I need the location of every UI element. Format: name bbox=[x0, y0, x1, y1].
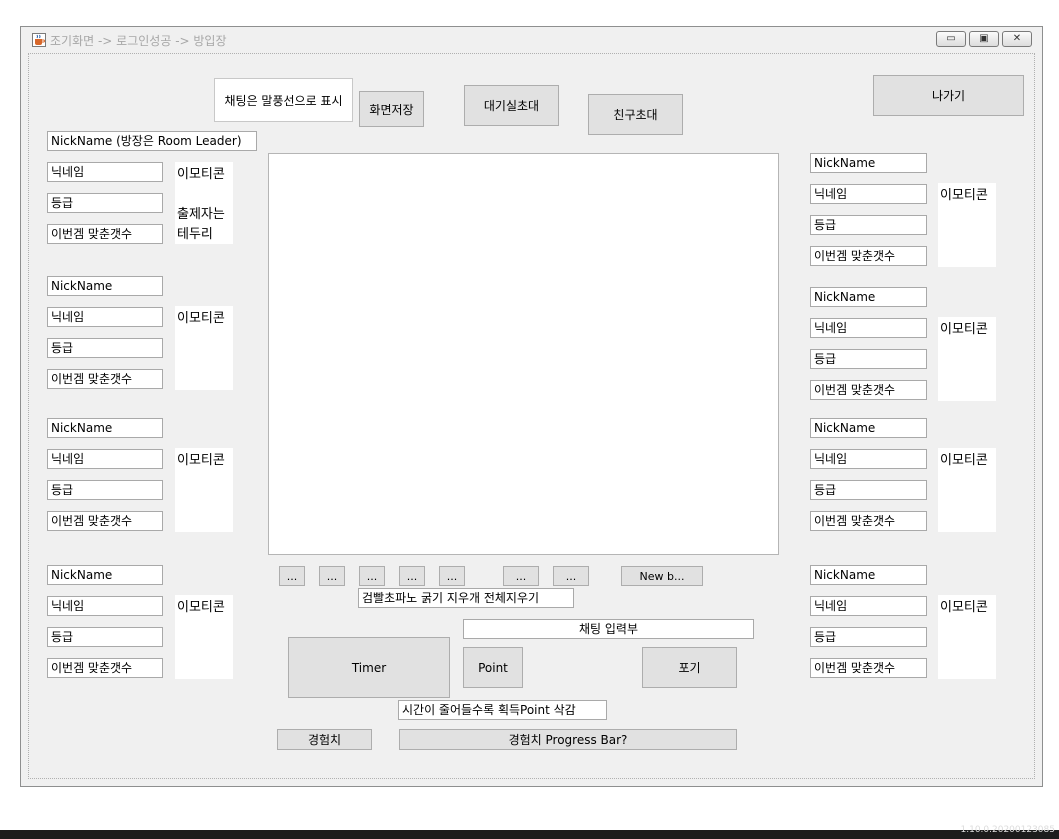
player-alias-field[interactable]: 닉네임 bbox=[47, 449, 163, 469]
speech-bubble-label: 채팅은 말풍선으로 표시 bbox=[224, 93, 343, 108]
player-correct-count-field[interactable]: 이번겜 맞춘갯수 bbox=[47, 511, 163, 531]
drawing-canvas[interactable] bbox=[268, 153, 779, 555]
player-correct-count-field[interactable]: 이번겜 맞춘갯수 bbox=[810, 246, 927, 266]
player-nickname-field[interactable]: NickName bbox=[810, 153, 927, 173]
close-icon[interactable]: ✕ bbox=[1002, 31, 1032, 47]
room-leader-nickname-field[interactable]: NickName (방장은 Room Leader) bbox=[47, 131, 257, 151]
player-alias-field[interactable]: 닉네임 bbox=[810, 596, 927, 616]
exit-button[interactable]: 나가기 bbox=[873, 75, 1024, 116]
player-grade-field[interactable]: 등급 bbox=[47, 338, 163, 358]
exp-progress-bar: 경험치 Progress Bar? bbox=[399, 729, 737, 750]
room-content-panel: 채팅은 말풍선으로 표시 화면저장 대기실초대 친구초대 나가기 NickNam… bbox=[28, 53, 1035, 779]
emoticon-panel: 이모티콘 bbox=[175, 306, 233, 390]
player-grade-field[interactable]: 등급 bbox=[47, 193, 163, 213]
emoticon-panel: 이모티콘 bbox=[938, 317, 996, 401]
thickness-button[interactable]: ... bbox=[503, 566, 539, 586]
player-grade-field[interactable]: 등급 bbox=[810, 480, 927, 500]
java-cup-icon bbox=[32, 33, 46, 47]
player-correct-count-field[interactable]: 이번겜 맞춘갯수 bbox=[810, 511, 927, 531]
player-alias-field[interactable]: 닉네임 bbox=[47, 596, 163, 616]
emoticon-panel: 이모티콘 bbox=[938, 595, 996, 679]
exp-button[interactable]: 경험치 bbox=[277, 729, 372, 750]
player-correct-count-field[interactable]: 이번겜 맞춘갯수 bbox=[47, 224, 163, 244]
friend-invite-button[interactable]: 친구초대 bbox=[588, 94, 683, 135]
color-green-button[interactable]: ... bbox=[359, 566, 385, 586]
taskbar bbox=[0, 830, 1059, 839]
color-blue-button[interactable]: ... bbox=[399, 566, 425, 586]
player-grade-field[interactable]: 등급 bbox=[810, 627, 927, 647]
emoticon-panel: 이모티콘 bbox=[175, 595, 233, 679]
give-up-button[interactable]: 포기 bbox=[642, 647, 737, 688]
emoticon-panel: 이모티콘 출제자는 테두리 bbox=[175, 162, 233, 244]
window-title: 조기화면 -> 로그인성공 -> 방입장 bbox=[50, 34, 227, 48]
minimize-icon[interactable]: ▭ bbox=[936, 31, 966, 47]
player-correct-count-field[interactable]: 이번겜 맞춘갯수 bbox=[47, 658, 163, 678]
player-nickname-field[interactable]: NickName bbox=[47, 565, 163, 585]
player-nickname-field[interactable]: NickName bbox=[47, 276, 163, 296]
eraser-button[interactable]: ... bbox=[553, 566, 589, 586]
title-bar[interactable]: 조기화면 -> 로그인성공 -> 방입장 ▭ ▣ ✕ bbox=[21, 27, 1042, 51]
player-nickname-field[interactable]: NickName bbox=[810, 565, 927, 585]
color-black-button[interactable]: ... bbox=[279, 566, 305, 586]
version-label: 1.10.0.20200123085 bbox=[960, 825, 1055, 835]
player-correct-count-field[interactable]: 이번겜 맞춘갯수 bbox=[810, 380, 927, 400]
player-alias-field[interactable]: 닉네임 bbox=[810, 184, 927, 204]
player-alias-field[interactable]: 닉네임 bbox=[47, 162, 163, 182]
player-nickname-field[interactable]: NickName bbox=[810, 418, 927, 438]
chat-input[interactable]: 채팅 입력부 bbox=[463, 619, 754, 639]
screen-save-button[interactable]: 화면저장 bbox=[359, 91, 424, 127]
maximize-icon[interactable]: ▣ bbox=[969, 31, 999, 47]
point-button[interactable]: Point bbox=[463, 647, 523, 688]
app-window: 조기화면 -> 로그인성공 -> 방입장 ▭ ▣ ✕ 채팅은 말풍선으로 표시 … bbox=[20, 26, 1043, 787]
player-correct-count-field[interactable]: 이번겜 맞춘갯수 bbox=[810, 658, 927, 678]
player-alias-field[interactable]: 닉네임 bbox=[810, 318, 927, 338]
emoticon-panel: 이모티콘 bbox=[938, 183, 996, 267]
player-nickname-field[interactable]: NickName bbox=[810, 287, 927, 307]
player-grade-field[interactable]: 등급 bbox=[810, 215, 927, 235]
player-correct-count-field[interactable]: 이번겜 맞춘갯수 bbox=[47, 369, 163, 389]
player-alias-field[interactable]: 닉네임 bbox=[47, 307, 163, 327]
player-grade-field[interactable]: 등급 bbox=[47, 480, 163, 500]
player-alias-field[interactable]: 닉네임 bbox=[810, 449, 927, 469]
speech-bubble-note: 채팅은 말풍선으로 표시 bbox=[214, 78, 353, 122]
emoticon-panel: 이모티콘 bbox=[938, 448, 996, 532]
color-red-button[interactable]: ... bbox=[319, 566, 345, 586]
emoticon-panel: 이모티콘 bbox=[175, 448, 233, 532]
lobby-invite-button[interactable]: 대기실초대 bbox=[464, 85, 559, 126]
player-grade-field[interactable]: 등급 bbox=[47, 627, 163, 647]
time-penalty-note: 시간이 줄어들수록 획득Point 삭감 bbox=[398, 700, 607, 720]
new-button[interactable]: New b... bbox=[621, 566, 703, 586]
timer-button[interactable]: Timer bbox=[288, 637, 450, 698]
color-yellow-button[interactable]: ... bbox=[439, 566, 465, 586]
player-nickname-field[interactable]: NickName bbox=[47, 418, 163, 438]
tool-description-field: 검빨초파노 굵기 지우개 전체지우기 bbox=[358, 588, 574, 608]
player-grade-field[interactable]: 등급 bbox=[810, 349, 927, 369]
